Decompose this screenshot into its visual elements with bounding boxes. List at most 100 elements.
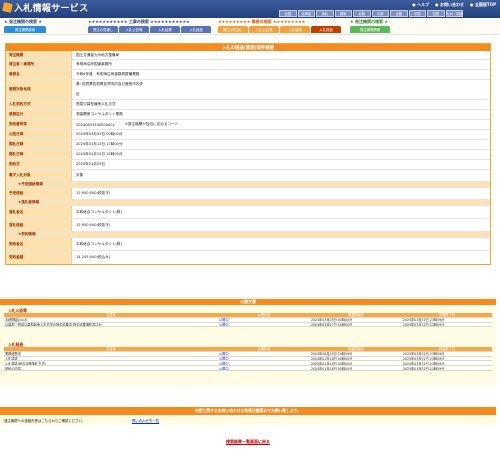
field-value: 20240801330200002 ※発注機関が独自に定めるコード: [72, 120, 490, 129]
case-summary-title: 入札の経過(業務)案件概要: [6, 44, 490, 51]
field-value: 2024年01月25日: [72, 160, 490, 169]
document-start-date: 2024年03月27日 00時00分: [310, 322, 402, 328]
region-line: 区: [76, 91, 80, 96]
field-value: 12,950,000(税抜き): [72, 219, 490, 231]
contact-list-link[interactable]: 問い合わせ先一覧: [132, 418, 159, 423]
field-row: 落札価格 12,950,000(税抜き): [6, 219, 490, 232]
field-label: 契約者名: [6, 238, 72, 250]
contact-bar: 発注機関への連絡先等はこちらからご確認ください。 問い合わせ先一覧: [0, 415, 496, 425]
field-value: 有明海沿岸国道事務所: [72, 60, 490, 69]
app-title: 入札情報サービス: [14, 4, 89, 14]
region-tab-hokkaido[interactable]: 北海道: [297, 10, 315, 17]
tab-services-outlook[interactable]: 発注の見通し: [218, 26, 248, 33]
field-row: 公告日時 2024年03月05日 00時00分: [6, 130, 490, 140]
tab-services-results[interactable]: 入札結果: [280, 26, 310, 33]
region-tabs: 全国 北海道 東北 関東 北陸 中部 近畿 中国 四国 九州・沖縄: [279, 10, 463, 17]
public-documents-title: 公開文書: [0, 299, 496, 305]
field-value: 平和総合コンサルタント(株): [72, 206, 490, 218]
field-row: 発注機関 国土交通省九州地方整備局: [6, 51, 490, 60]
field-row: 開札日時 2024年01月15日 10時00分: [6, 150, 490, 160]
region-tab-shikoku[interactable]: 四国: [427, 10, 445, 17]
field-row: 発注者・事務所 有明海沿岸国道事務所: [6, 60, 490, 70]
document-end-date: 2025年03月31日 23時59分: [402, 366, 492, 371]
contact-link[interactable]: ● お問い合わせ: [435, 2, 464, 8]
region-tab-zenkoku[interactable]: 全国: [279, 10, 297, 17]
header-bar: 入札情報サービス ● ヘルプ ● お問い合わせ ● 全国版TOP 全国 北海道 …: [0, 0, 500, 18]
nav-group-agency-info: ★ 発注機関の検索 ★ 発注機関情報: [350, 19, 390, 33]
inquiry-notice: 内容に関するお問い合わせは各発注機関までお願い致します。: [0, 407, 496, 415]
document-status-link[interactable]: 公開中: [218, 322, 310, 328]
field-label: 契約番号等: [6, 120, 72, 129]
field-value: 2024年01月15日 10時00分: [72, 150, 490, 159]
field-value: 国土交通省九州地方整備局: [72, 51, 490, 59]
nav-group-heading: ★★★★★★★★★ 業務の検索 ★★★★★★★★★: [218, 19, 306, 24]
field-label: 発注機関: [6, 51, 72, 59]
field-row: 業務対象地域 県: 佐賀県佐賀県佐賀市内及び鹿島市内外 区: [6, 80, 490, 100]
field-label: 公告日時: [6, 130, 72, 139]
tab-construction-progress[interactable]: 入札経過: [181, 26, 211, 33]
field-value: 2024年01月15日 17時00分: [72, 140, 490, 149]
field-row: 契約者名 平和総合コンサルタント(株): [6, 238, 490, 251]
documents-table: 文書名 公開状況 掲載開始日 掲載終了日 手続開始の公示 公開中 2024年03…: [4, 313, 492, 328]
field-row: 契約番号等 20240801330200002 ※発注機関が独自に定めるコード: [6, 120, 490, 130]
tab-agency-search[interactable]: 発注機関検索: [4, 26, 46, 33]
logo-icon: [2, 2, 13, 13]
field-label: 開札日時: [6, 150, 72, 159]
national-top-link[interactable]: ● 全国版TOP: [470, 2, 496, 8]
field-value: 12,950,000(税抜き): [72, 188, 490, 199]
documents-section-notices: 入札公告等 文書名 公開状況 掲載開始日 掲載終了日 手続開始の公示 公開中 2…: [4, 308, 492, 328]
documents-section-progress: 入札経過 文書名 公開状況 掲載開始日 掲載終了日 業務経歴書 公開中 2024…: [4, 342, 492, 371]
help-link[interactable]: ● ヘルプ: [412, 2, 429, 8]
field-value: 14,245,000(税込み): [72, 251, 490, 264]
field-value: 県: 佐賀県佐賀県佐賀市内及び鹿島市内外 区: [72, 80, 490, 99]
field-label: 発注者・事務所: [6, 60, 72, 69]
field-label: 落札者名: [6, 206, 72, 218]
nav-group-heading: ★ 発注機関の検索 ★: [350, 19, 388, 24]
tab-construction-outlook[interactable]: 発注の見通し: [88, 26, 118, 33]
region-tab-chugoku[interactable]: 中国: [408, 10, 426, 17]
field-label: 予定価格: [6, 188, 72, 199]
region-tab-kanto[interactable]: 関東: [334, 10, 352, 17]
contract-number: 20240801330200002: [76, 122, 115, 127]
field-value: 平和総合コンサルタント(株): [72, 238, 490, 250]
tab-services-progress[interactable]: 入札経過: [311, 26, 341, 33]
document-status-link[interactable]: 公開中: [218, 366, 310, 371]
header-links: ● ヘルプ ● お問い合わせ ● 全国版TOP: [412, 2, 496, 8]
contract-number-note: ※発注機関が独自に定めるコード: [124, 122, 179, 126]
field-value: 測量関係コンサルタント業務: [72, 110, 490, 119]
field-value: 令和6年度 有明海沿岸道路再整備業務: [72, 70, 490, 79]
region-tab-tohoku[interactable]: 東北: [316, 10, 334, 17]
field-label: 契約日: [6, 160, 72, 169]
field-label: 落札価格: [6, 219, 72, 231]
field-row: 業務名 令和6年度 有明海沿岸道路再整備業務: [6, 70, 490, 80]
field-row: 入札契約方式 簡易公募型競争入札方式: [6, 100, 490, 110]
field-row: 契約日 2024年01月25日: [6, 160, 490, 170]
region-tab-hokuriku[interactable]: 北陸: [353, 10, 371, 17]
field-row: 業務区分 測量関係コンサルタント業務: [6, 110, 490, 120]
region-tab-chubu[interactable]: 中部: [371, 10, 389, 17]
field-label: 契約金額: [6, 251, 72, 264]
public-documents-panel: 公開文書 入札公告等 文書名 公開状況 掲載開始日 掲載終了日 手続開始の公示 …: [0, 297, 496, 386]
back-to-results-link[interactable]: 検索結果一覧画面に戻る: [0, 439, 496, 445]
field-label: 業務区分: [6, 110, 72, 119]
nav-group-construction: ★★★★★★★★★★★ 工事の検索 ★★★★★★★★★★★ 発注の見通し 入札公…: [88, 19, 211, 33]
tab-services-notices[interactable]: 入札公告等: [249, 26, 279, 33]
document-name: 公募型・簡易公募型競争入札方式の指名結果書 指名結果通知書ほか: [4, 322, 218, 328]
region-tab-kinki[interactable]: 近畿: [390, 10, 408, 17]
tab-construction-notices[interactable]: 入札公告等: [119, 26, 149, 33]
field-row: 開札日時 2024年01月15日 17時00分: [6, 140, 490, 150]
field-row: 落札者名 平和総合コンサルタント(株): [6, 206, 490, 219]
field-value: 2024年03月05日 00時00分: [72, 130, 490, 139]
field-label: 開札日時: [6, 140, 72, 149]
nav-group-agency: ★ 発注機関の検索 ★ 発注機関検索: [4, 19, 46, 33]
field-label: 電子入札対象: [6, 170, 72, 181]
documents-table: 文書名 公開状況 掲載開始日 掲載終了日 業務経歴書 公開中 2024年06月2…: [4, 347, 492, 371]
region-tab-kyushu[interactable]: 九州・沖縄: [445, 10, 463, 17]
field-value: 簡易公募型競争入札方式: [72, 100, 490, 109]
nav-group-heading: ★★★★★★★★★★★ 工事の検索 ★★★★★★★★★★★: [88, 19, 190, 24]
region-line: 県: 佐賀県佐賀県佐賀市内及び鹿島市内外: [76, 82, 144, 87]
tab-construction-results[interactable]: 入札結果: [150, 26, 180, 33]
field-row: 契約金額 14,245,000(税込み): [6, 251, 490, 264]
tab-agency-info[interactable]: 発注機関情報: [350, 26, 390, 33]
search-nav: ★ 発注機関の検索 ★ 発注機関検索 ★★★★★★★★★★★ 工事の検索 ★★★…: [0, 18, 500, 35]
